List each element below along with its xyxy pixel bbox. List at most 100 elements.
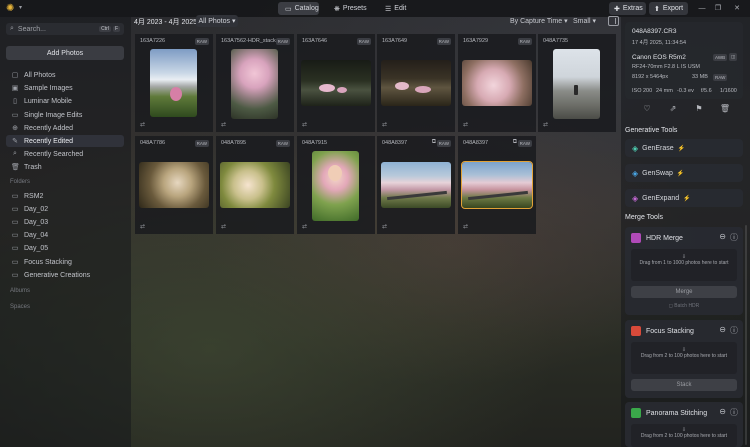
raw-badge: RAW <box>356 38 371 45</box>
photo-name: 163A7226 <box>140 38 166 44</box>
stack-icon: ⧉ <box>431 139 436 145</box>
genswap-button[interactable]: ◈ GenSwap ⚡ <box>625 164 743 182</box>
photo-tile-selected[interactable]: 048A8397 ⧉ RAW ⇄ <box>458 136 536 234</box>
chevron-down-icon[interactable]: ▾ <box>19 4 22 11</box>
sidebar-item-label: Recently Edited <box>24 137 74 145</box>
restore-icon[interactable]: ❐ <box>711 3 725 14</box>
chevron-down-icon: ▾ <box>592 18 596 25</box>
flag-icon[interactable]: ⚑ <box>692 104 706 113</box>
photo-tile[interactable]: 048A7735 ⇄ <box>538 34 616 132</box>
hdr-drop-zone[interactable]: ⇩ Drag from 1 to 1000 photos here to sta… <box>631 249 737 281</box>
thumbnail-size-dropdown[interactable]: Small ▾ <box>573 17 596 25</box>
minus-icon[interactable]: ⊖ <box>719 407 726 418</box>
search-shortcut: Ctrl F <box>99 26 120 32</box>
minimize-icon[interactable]: — <box>695 3 709 14</box>
raw-badge: RAW <box>436 38 451 45</box>
merge-button[interactable]: Merge <box>631 286 737 298</box>
tab-catalog[interactable]: ▭ Catalog <box>278 2 319 15</box>
photo-tile[interactable]: 163A7649 RAW ⇄ <box>377 34 455 132</box>
focus-drop-zone[interactable]: ⇩ Drag from 2 to 100 photos here to star… <box>631 342 737 374</box>
photo-tile[interactable]: 163A7226 RAW ⇄ <box>135 34 213 132</box>
adjustments-icon: ⇄ <box>463 224 469 230</box>
sidebar-item-sample-images[interactable]: ▣ Sample Images <box>6 82 124 94</box>
photo-name: 048A8397 <box>382 140 408 146</box>
photos-icon: ▢ <box>11 72 19 79</box>
photo-tile[interactable]: 163A7929 RAW ⇄ <box>458 34 536 132</box>
info-filesize: 33 MB <box>692 74 708 80</box>
sparkle-icon: ⚡ <box>676 170 685 177</box>
folder-icon: ▭ <box>285 5 292 13</box>
photo-tile[interactable]: 163A7646 RAW ⇄ <box>297 34 375 132</box>
genswap-label: GenSwap <box>642 169 673 177</box>
photo-tile[interactable]: 048A7915 ⇄ <box>297 136 375 234</box>
folder-item[interactable]: ▭ Focus Stacking <box>6 256 124 268</box>
info-icon[interactable]: ⓘ <box>730 232 738 243</box>
export-icon: ⬆ <box>654 5 660 13</box>
search-placeholder: Search... <box>17 25 46 33</box>
batch-hdr-toggle[interactable]: ◻ Batch HDR <box>625 303 743 309</box>
panorama-title: Panorama Stitching <box>646 409 708 417</box>
sidebar-item-luminar-mobile[interactable]: ▯ Luminar Mobile <box>6 95 124 107</box>
sidebar-item-recently-edited[interactable]: ✎ Recently Edited <box>6 135 124 147</box>
focus-stacking-panel: Focus Stacking ⊖ ⓘ ⇩ Drag from 2 to 100 … <box>625 320 743 398</box>
delete-icon[interactable]: 🗑 <box>718 104 732 113</box>
info-icon[interactable]: ⓘ <box>730 407 738 418</box>
folder-item[interactable]: ▭ Day_04 <box>6 229 124 241</box>
search-input[interactable]: ⌕ Search... Ctrl F <box>6 23 124 35</box>
add-photos-button[interactable]: Add Photos <box>6 46 124 60</box>
adjustments-icon: ⇄ <box>543 122 549 128</box>
panorama-drop-zone[interactable]: ⇩ Drag from 2 to 100 photos here to star… <box>631 424 737 447</box>
tab-edit[interactable]: ☰ Edit <box>378 2 406 15</box>
hdr-drop-text: Drag from 1 to 1000 photos here to start <box>639 260 729 266</box>
panel-toggle-icon[interactable] <box>608 16 619 26</box>
search-history-icon: ⌕ <box>13 150 17 157</box>
right-panel-scrollbar[interactable] <box>745 225 747 445</box>
share-icon[interactable]: ⇗ <box>666 104 680 113</box>
adjustments-icon: ⇄ <box>463 122 469 128</box>
stack-button[interactable]: Stack <box>631 379 737 391</box>
luminar-logo-icon[interactable]: ✺ <box>6 3 17 14</box>
raw-badge: RAW <box>517 38 532 45</box>
minus-icon[interactable]: ⊖ <box>719 325 726 336</box>
sidebar-item-recently-searched[interactable]: ⌕ Recently Searched <box>6 148 124 160</box>
stack-icon: ⧉ <box>512 139 517 145</box>
heart-icon[interactable]: ♡ <box>640 104 654 113</box>
panorama-controls: ⊖ ⓘ <box>719 407 738 418</box>
sidebar-item-recently-added[interactable]: ⊕ Recently Added <box>6 122 124 134</box>
photo-tile[interactable]: 048A7895 RAW ⇄ <box>216 136 294 234</box>
albums-heading[interactable]: Albums <box>10 288 30 294</box>
info-icon[interactable]: ⓘ <box>730 325 738 336</box>
folder-item[interactable]: ▭ Day_02 <box>6 203 124 215</box>
photo-tile[interactable]: 048A8397 ⧉ RAW ⇄ <box>377 136 455 234</box>
photo-tile[interactable]: 048A7786 RAW ⇄ <box>135 136 213 234</box>
folder-item[interactable]: ▭ Day_03 <box>6 216 124 228</box>
generase-label: GenErase <box>642 144 674 152</box>
folder-label: RSM2 <box>24 192 44 200</box>
folder-icon: ▭ <box>11 219 19 226</box>
sidebar-item-all-photos[interactable]: ▢ All Photos <box>6 69 124 81</box>
sidebar-item-single-image-edits[interactable]: ▭ Single Image Edits <box>6 109 124 121</box>
raw-badge: RAW <box>275 140 290 147</box>
folder-item[interactable]: ▭ Day_05 <box>6 242 124 254</box>
folder-label: Focus Stacking <box>24 258 72 266</box>
swap-icon: ◈ <box>632 168 639 178</box>
photo-thumbnail <box>381 60 451 106</box>
spaces-heading[interactable]: Spaces <box>10 304 30 310</box>
folder-item[interactable]: ▭ Generative Creations <box>6 269 124 281</box>
minus-icon[interactable]: ⊖ <box>719 232 726 243</box>
export-button[interactable]: ⬆ Export <box>649 2 688 15</box>
sidebar-item-trash[interactable]: 🗑 Trash <box>6 161 124 173</box>
filter-dropdown[interactable]: All Photos ▾ <box>196 15 238 27</box>
sidebar-item-label: Sample Images <box>24 84 73 92</box>
close-icon[interactable]: ✕ <box>730 3 744 14</box>
genexpand-button[interactable]: ◈ GenExpand ⚡ <box>625 189 743 207</box>
tab-presets[interactable]: ❋ Presets <box>327 2 367 15</box>
sidebar-item-label: Single Image Edits <box>24 111 83 119</box>
photo-tile[interactable]: 163A7562-HDR_stack RAW ⇄ <box>216 34 294 132</box>
generase-button[interactable]: ◈ GenErase ⚡ <box>625 139 743 157</box>
sort-dropdown[interactable]: By Capture Time ▾ <box>510 17 568 25</box>
folder-item[interactable]: ▭ RSM2 <box>6 190 124 202</box>
photo-thumbnail <box>462 60 532 106</box>
info-camera: Canon EOS R5m2 <box>632 54 686 61</box>
extras-button[interactable]: ✚ Extras <box>609 2 646 15</box>
